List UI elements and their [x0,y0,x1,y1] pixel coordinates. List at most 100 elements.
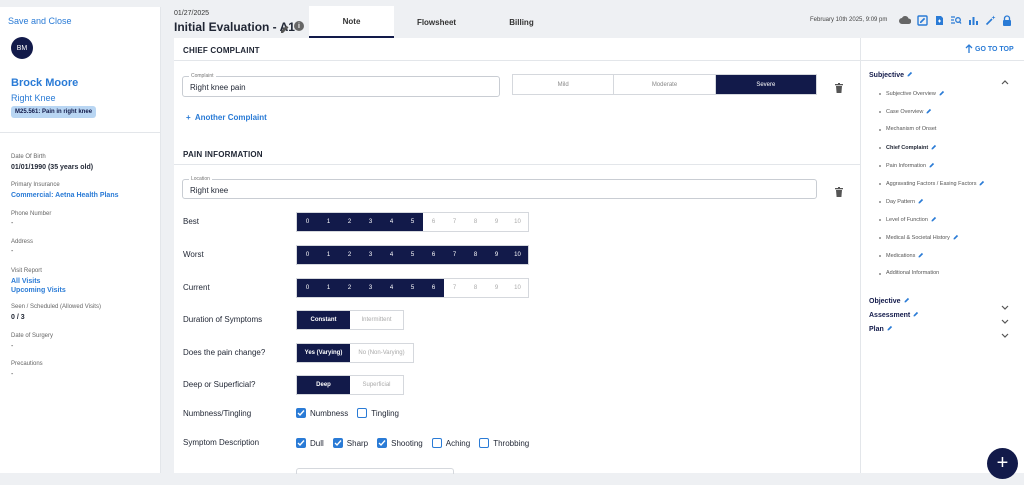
duration-constant[interactable]: Constant [297,311,350,329]
outline-item[interactable]: Pain Information [886,162,935,170]
severity-moderate[interactable]: Moderate [614,75,716,94]
next-field[interactable] [296,468,454,474]
pain-change-no[interactable]: No (Non-Varying) [350,344,413,362]
outline-item[interactable]: Medical & Societal History [886,234,959,242]
patient-name[interactable]: Brock Moore [11,77,78,89]
scale-option[interactable]: 3 [360,213,381,231]
checkbox-checked-icon[interactable] [296,438,306,448]
scale-option[interactable]: 5 [402,279,423,297]
scale-option[interactable]: 8 [465,279,486,297]
checkbox-checked-icon[interactable] [377,438,388,448]
checkbox-option[interactable]: Shooting [377,438,423,448]
scale-option[interactable]: 3 [360,246,381,264]
scale-option[interactable]: 7 [444,213,465,231]
scale-option[interactable]: 7 [444,246,465,264]
scale-option[interactable]: 0 [297,246,318,264]
scale-option[interactable]: 6 [423,246,444,264]
scale-option[interactable]: 6 [423,279,444,297]
outline-item[interactable]: Level of Function [886,216,937,224]
scale-option[interactable]: 10 [507,213,528,231]
scale-option[interactable]: 10 [507,246,528,264]
chevron-down-icon[interactable] [1001,326,1009,344]
scale-option[interactable]: 7 [444,279,465,297]
go-to-top-button[interactable]: GO TO TOP [965,44,1014,55]
insurance-value[interactable]: Commercial: Aetna Health Plans [11,192,119,199]
checkbox-checked-icon[interactable] [332,438,343,448]
checkbox-option[interactable]: Numbness [296,408,348,418]
upcoming-visits-link[interactable]: Upcoming Visits [11,287,66,294]
scale-option[interactable]: 9 [486,213,507,231]
chart-icon[interactable] [967,14,979,26]
scale-option[interactable]: 10 [507,279,528,297]
duration-intermittent[interactable]: Intermittent [350,311,403,329]
outline-item[interactable]: Mechanism of Onset [886,126,936,132]
outline-assessment[interactable]: Assessment [869,311,919,319]
location-field[interactable]: Location Right knee [182,176,817,199]
trash-icon[interactable] [835,184,843,202]
chevron-up-icon[interactable] [1001,72,1009,90]
complaint-field[interactable]: Complaint Right knee pain [182,73,500,97]
pain-change-yes[interactable]: Yes (Varying) [297,344,350,362]
outline-objective[interactable]: Objective [869,297,910,305]
checkbox-option[interactable]: Throbbing [479,438,529,448]
trash-icon[interactable] [835,80,843,98]
checkbox-option[interactable]: Dull [296,438,324,448]
add-fab-button[interactable]: + [987,448,1018,479]
go-to-top-label: GO TO TOP [975,46,1014,53]
info-icon[interactable]: i [294,21,304,31]
scale-option[interactable]: 0 [297,213,318,231]
pencil-icon[interactable] [280,21,290,39]
outline-item[interactable]: Subjective Overview [886,90,945,98]
depth-deep[interactable]: Deep [297,376,350,394]
scale-option[interactable]: 2 [339,213,360,231]
scale-option[interactable]: 4 [381,279,402,297]
checkbox-empty-icon[interactable] [357,408,368,418]
severity-severe[interactable]: Severe [715,75,816,94]
outline-item[interactable]: Day Pattern [886,198,924,206]
checkbox-empty-icon[interactable] [479,438,490,448]
outline-item[interactable]: Medications [886,252,924,260]
tab-flowsheet[interactable]: Flowsheet [394,6,479,38]
scale-option[interactable]: 2 [339,246,360,264]
outline-item[interactable]: Aggravating Factors / Easing Factors [886,180,985,188]
checkbox-empty-icon[interactable] [431,438,442,448]
checkbox-option[interactable]: Sharp [332,438,368,448]
scale-option[interactable]: 1 [318,246,339,264]
severity-mild[interactable]: Mild [513,75,615,94]
scale-option[interactable]: 3 [360,279,381,297]
outline-item[interactable]: Chief Complaint [886,144,937,152]
scale-option[interactable]: 5 [402,246,423,264]
depth-superficial[interactable]: Superficial [350,376,403,394]
another-complaint-button[interactable]: + Another Complaint [186,113,267,122]
scale-option[interactable]: 8 [465,246,486,264]
tab-billing[interactable]: Billing [479,6,564,38]
outline-item[interactable]: Additional Information [886,270,939,276]
scale-option[interactable]: 9 [486,279,507,297]
scale-option[interactable]: 0 [297,279,318,297]
tab-note[interactable]: Note [309,6,394,38]
all-visits-link[interactable]: All Visits [11,278,40,285]
cloud-icon[interactable] [899,14,911,26]
scale-option[interactable]: 1 [318,279,339,297]
scale-option[interactable]: 4 [381,246,402,264]
search-list-icon[interactable] [950,14,962,26]
add-document-icon[interactable] [933,14,945,26]
scale-option[interactable]: 5 [402,213,423,231]
checkbox-option[interactable]: Aching [431,438,470,448]
scale-option[interactable]: 4 [381,213,402,231]
checkbox-checked-icon[interactable] [296,408,306,418]
scale-option[interactable]: 1 [318,213,339,231]
scale-option[interactable]: 6 [423,213,444,231]
magic-wand-icon[interactable] [984,14,996,26]
save-and-close-link[interactable]: Save and Close [8,16,72,26]
scale-option[interactable]: 2 [339,279,360,297]
checkbox-option[interactable]: Tingling [357,408,399,418]
case-name[interactable]: Right Knee [11,93,56,103]
outline-subjective[interactable]: Subjective [869,71,913,79]
scale-option[interactable]: 8 [465,213,486,231]
outline-plan[interactable]: Plan [869,325,893,333]
scale-option[interactable]: 9 [486,246,507,264]
outline-item[interactable]: Case Overview [886,108,932,116]
lock-icon[interactable] [1001,14,1013,26]
edit-note-icon[interactable] [916,14,928,26]
